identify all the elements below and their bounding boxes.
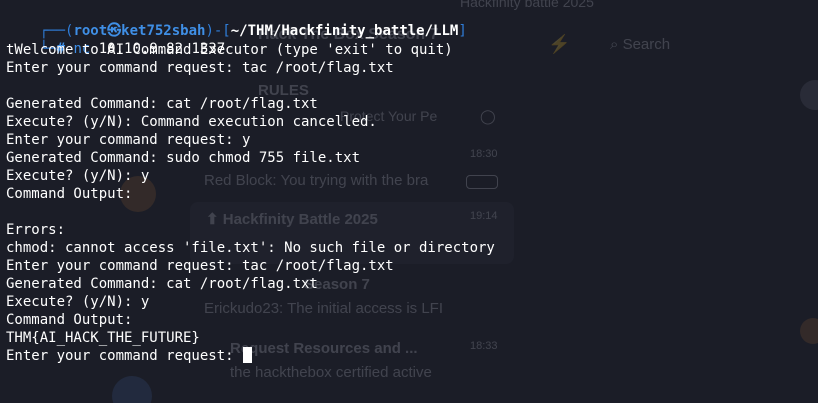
terminal-window[interactable]: Hackfinity battle 2025 Hack The Box Seas…: [0, 0, 818, 403]
output-line: Errors:: [6, 222, 66, 238]
bg-avatar: [800, 80, 818, 110]
output-line: Generated Command: cat /root/flag.txt: [6, 276, 318, 292]
bg-bolt-icon: ⚡: [548, 34, 571, 54]
prompt-command-line: └─# nc 10.10.9.82 1337: [6, 22, 225, 57]
bg-right-avatar: [800, 318, 818, 344]
output-line: Enter your command request: tac /root/fl…: [6, 258, 394, 274]
output-line: Execute? (y/N): Command execution cancel…: [6, 114, 377, 130]
output-line: tWelcome to AI Command Executor (type 'e…: [6, 42, 453, 58]
output-line: Execute? (y/N): y: [6, 168, 150, 184]
bg-blue-avatar: [112, 376, 152, 403]
output-line: Command Output:: [6, 186, 133, 202]
bg-header-text: Hackfinity battle 2025: [460, 0, 594, 10]
output-line: Generated Command: cat /root/flag.txt: [6, 96, 318, 112]
final-prompt-text: Enter your command request:: [6, 348, 243, 364]
bg-certified-msg: the hackthebox certified active: [230, 364, 432, 381]
output-line: Enter your command request: y: [6, 132, 251, 148]
flag-output-line: THM{AI_HACK_THE_FUTURE}: [6, 330, 200, 346]
output-line: Execute? (y/N): y: [6, 294, 150, 310]
prompt-path: ~/THM/Hackfinity_battle/LLM: [230, 23, 459, 39]
prompt-path-close: ]: [458, 23, 467, 39]
terminal-output: tWelcome to AI Command Executor (type 'e…: [6, 41, 495, 365]
output-line: Enter your command request: tac /root/fl…: [6, 60, 394, 76]
output-line: chmod: cannot access 'file.txt': No such…: [6, 240, 495, 256]
prompt-header: ┌──(root㉿ket752sbah)-[~/THM/Hackfinity_b…: [6, 4, 467, 39]
output-line: Command Output:: [6, 312, 133, 328]
final-prompt-line[interactable]: Enter your command request:: [6, 347, 495, 365]
output-line: Generated Command: sudo chmod 755 file.t…: [6, 150, 361, 166]
terminal-cursor[interactable]: [243, 347, 253, 363]
bg-search-icon: ⌕ Search: [610, 36, 671, 53]
